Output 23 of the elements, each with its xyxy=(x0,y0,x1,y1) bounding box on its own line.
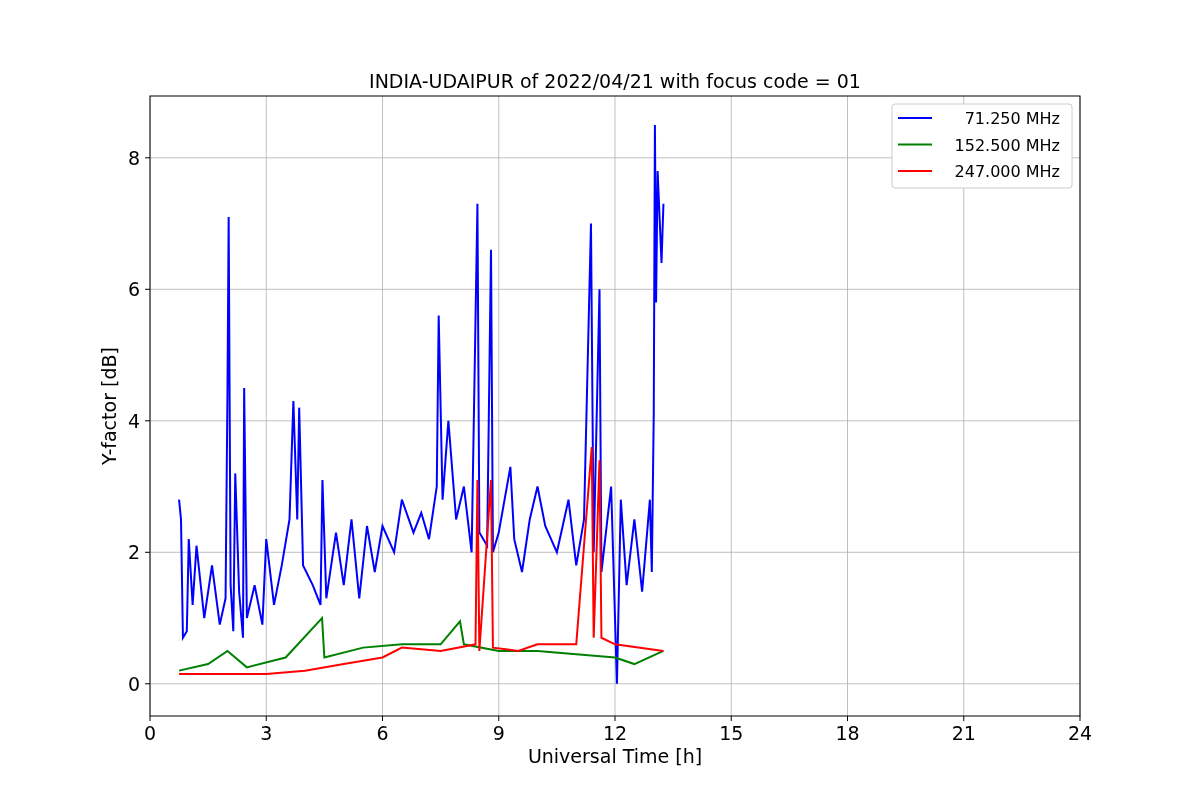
legend-line xyxy=(897,117,933,119)
y-tick-label: 0 xyxy=(127,672,140,695)
legend-label: 71.250 MHz xyxy=(964,109,1060,128)
x-tick-label: 18 xyxy=(835,722,860,744)
y-tick-label: 8 xyxy=(127,146,140,169)
x-tick-label: 12 xyxy=(602,722,628,744)
y-tick-label: 6 xyxy=(127,278,140,301)
y-tick-label: 2 xyxy=(127,541,140,564)
y-axis-label: Y-factor [dB] xyxy=(98,347,120,465)
x-axis-label: Universal Time [h] xyxy=(527,745,703,767)
x-tick-label: 6 xyxy=(376,722,389,744)
x-tick-label: 9 xyxy=(492,722,505,744)
x-tick-label: 21 xyxy=(951,722,976,744)
legend-line xyxy=(897,170,933,172)
y-tick-label: 4 xyxy=(127,409,140,432)
x-tick-label: 15 xyxy=(719,722,744,744)
chart-title: INDIA-UDAIPUR of 2022/04/21 with focus code = 01 xyxy=(369,70,861,92)
legend-label: 152.500 MHz xyxy=(954,135,1060,155)
legend-line xyxy=(897,143,933,146)
x-tick-label: 0 xyxy=(143,722,157,744)
legend-label: 247.000 MHz xyxy=(954,162,1060,181)
x-tick-label: 3 xyxy=(260,722,273,744)
x-tick-label: 24 xyxy=(1067,722,1093,744)
